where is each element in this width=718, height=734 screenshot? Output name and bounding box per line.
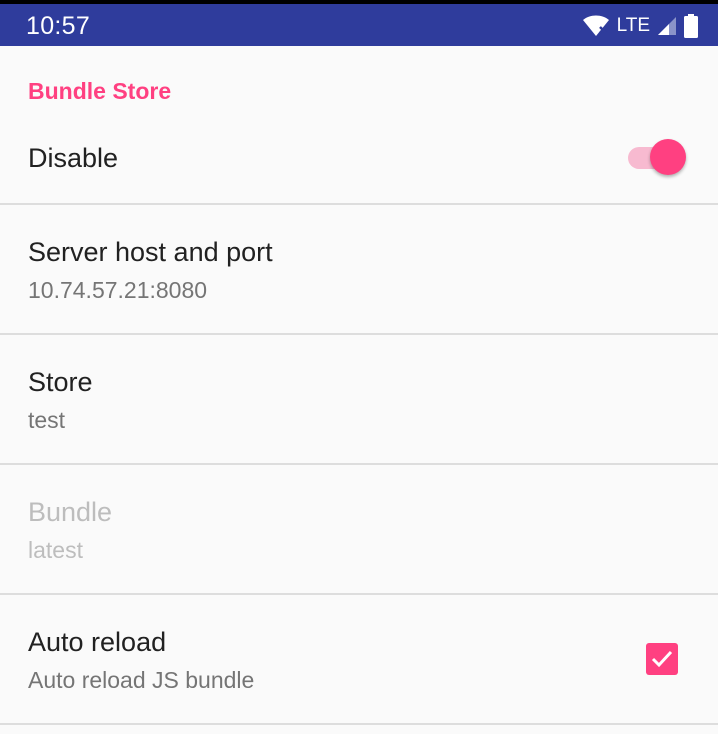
pref-title: Auto reload [28,627,167,657]
wifi-icon [582,15,610,37]
pref-summary: 10.74.57.21:8080 [28,277,208,303]
pref-title: Bundle [28,497,113,527]
pref-title: Store [28,367,93,397]
status-bar: 10:57 LTE [0,4,718,46]
pref-bundle: Bundle latest [0,465,718,593]
category-title: Bundle Store [28,78,172,104]
toggle-thumb [650,139,686,175]
signal-icon [657,16,677,36]
disable-toggle[interactable] [628,136,686,176]
pref-server-host[interactable]: Server host and port 10.74.57.21:8080 [0,205,718,333]
check-icon [651,650,673,668]
pref-summary: test [28,407,66,433]
pref-title: Server host and port [28,237,273,267]
divider [0,723,718,725]
pref-store[interactable]: Store test [0,335,718,463]
auto-reload-checkbox[interactable] [646,643,678,675]
status-time: 10:57 [26,12,91,40]
pref-auto-reload[interactable]: Auto reload Auto reload JS bundle [0,595,718,723]
preference-screen: Bundle Store Disable Server host and por… [0,46,718,725]
pref-summary: Auto reload JS bundle [28,667,255,693]
status-icons: LTE [582,11,698,41]
disable-switch-row[interactable]: Disable [0,136,718,204]
battery-icon [684,14,698,38]
disable-label: Disable [28,143,119,173]
network-type: LTE [616,15,650,36]
pref-summary: latest [28,537,83,563]
preference-category: Bundle Store [0,46,718,136]
